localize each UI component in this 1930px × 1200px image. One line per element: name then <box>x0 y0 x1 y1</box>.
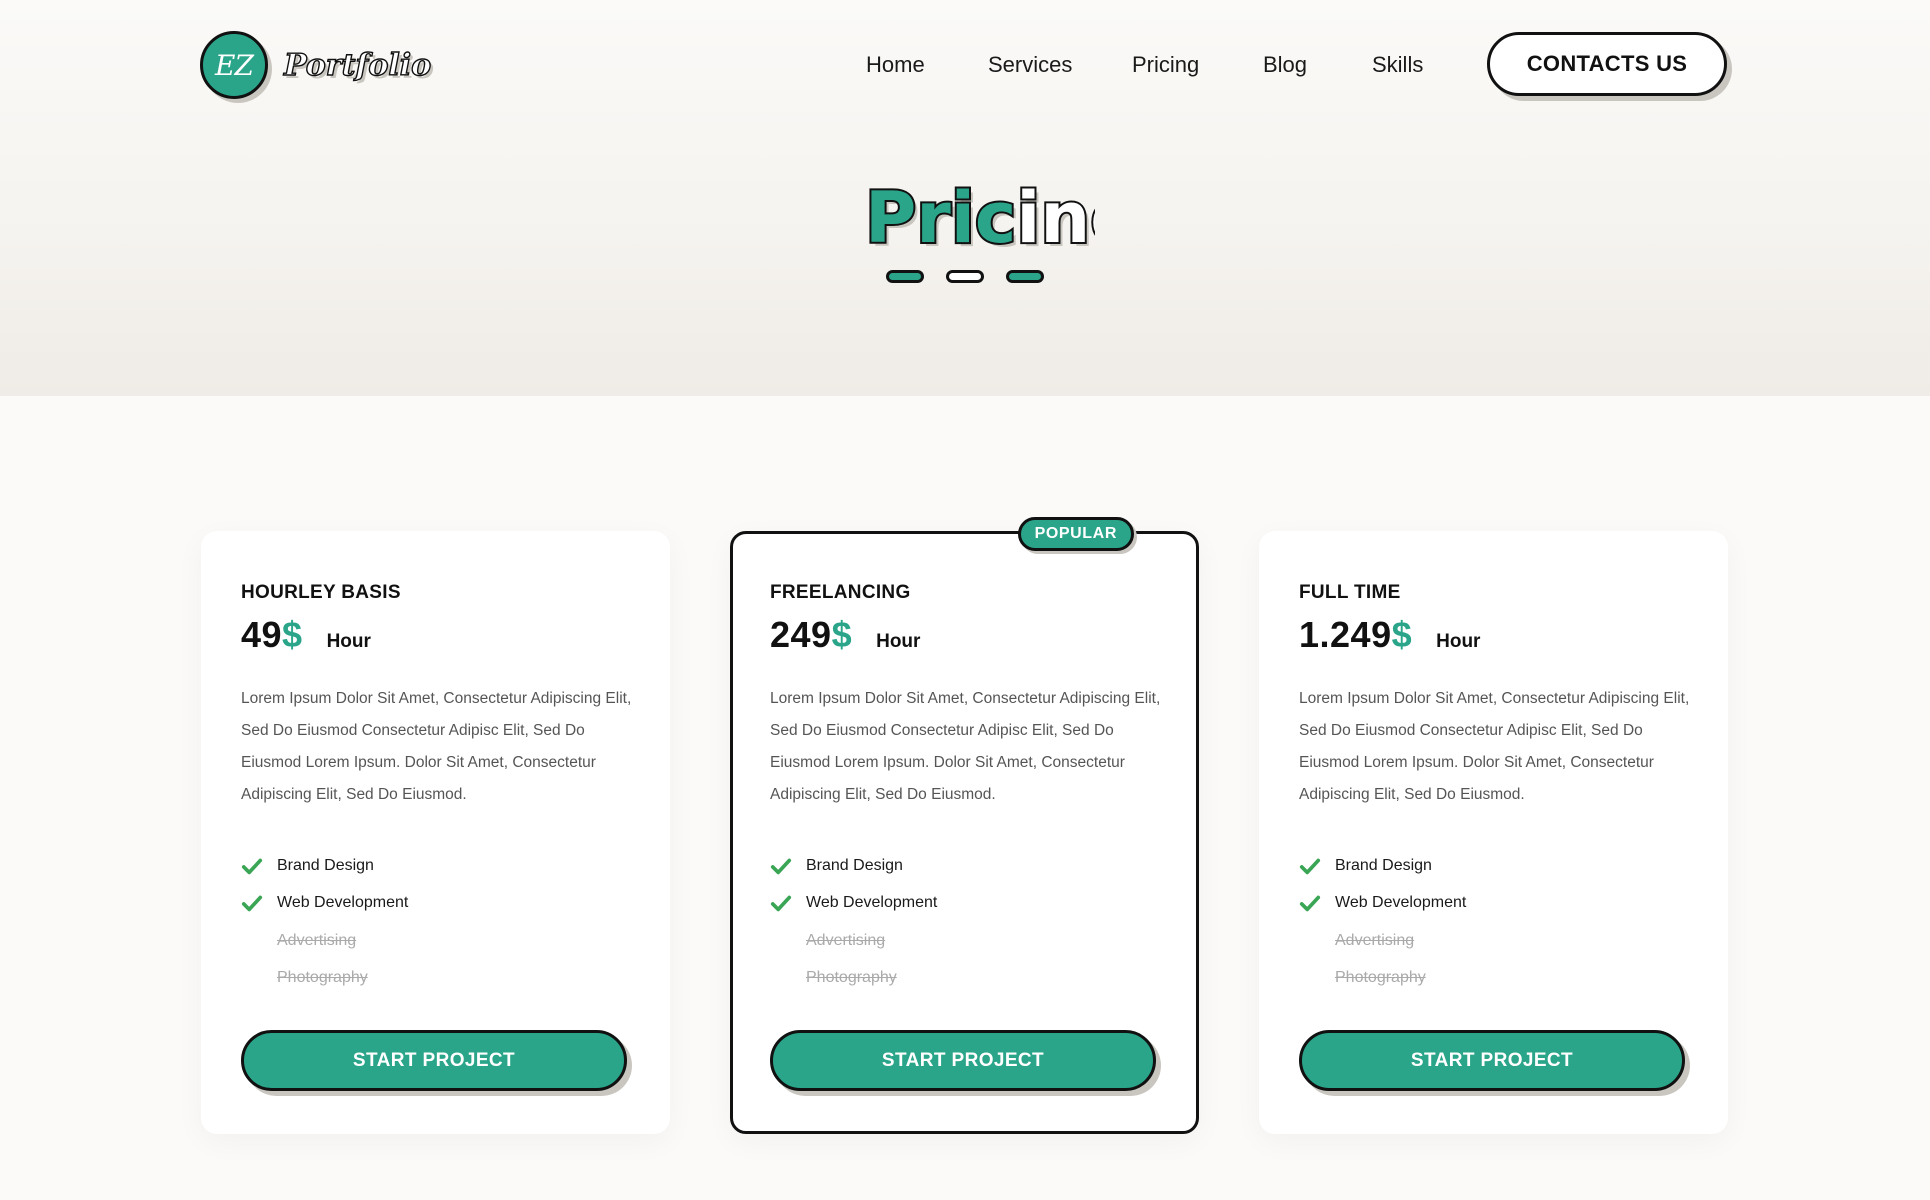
pricing-card-full-time: FULL TIME 1.249$ Hour Lorem Ipsum Dolor … <box>1259 531 1728 1134</box>
plan-description: Lorem Ipsum Dolor Sit Amet, Consectetur … <box>770 690 1161 803</box>
price-unit: Hour <box>326 631 371 652</box>
nav-blog[interactable]: Blog <box>1263 52 1307 78</box>
pricing-card-hourly: HOURLEY BASIS 49$ Hour Lorem Ipsum Dolor… <box>201 531 670 1134</box>
feature-item: Web Development <box>770 885 937 923</box>
feature-item-excluded: Photography <box>277 969 368 987</box>
price: 49$ <box>241 614 303 655</box>
hero-section: EZ Portfolio Home Services Pricing Blog … <box>0 0 1930 396</box>
check-icon <box>770 858 792 874</box>
price: 249$ <box>770 614 853 655</box>
logo-badge: EZ <box>200 31 268 99</box>
feature-item: Brand Design <box>1299 847 1466 885</box>
feature-item: Web Development <box>1299 885 1466 923</box>
feature-list: Brand Design Web Development Advertising… <box>241 847 408 997</box>
svg-text:Pricing: Pricing <box>865 177 1095 259</box>
nav-skills[interactable]: Skills <box>1372 52 1423 78</box>
title-part-green: Pric <box>865 177 1016 259</box>
plan-description: Lorem Ipsum Dolor Sit Amet, Consectetur … <box>1299 690 1690 803</box>
price-row: 1.249$ Hour <box>1299 614 1480 656</box>
check-icon <box>1299 858 1321 874</box>
logo-wordmark: Portfolio <box>283 47 432 83</box>
plan-name: FREELANCING <box>770 582 911 603</box>
start-project-button[interactable]: START PROJECT <box>770 1030 1156 1091</box>
nav-pricing[interactable]: Pricing <box>1132 52 1199 78</box>
title-decoration <box>0 270 1930 283</box>
page-title: Pricing Pricing <box>0 172 1930 277</box>
feature-list: Brand Design Web Development Advertising… <box>770 847 937 997</box>
feature-item-excluded: Advertising <box>1335 931 1415 949</box>
check-icon <box>770 895 792 912</box>
price: 1.249$ <box>1299 614 1413 655</box>
title-part-white: ing <box>1016 177 1095 259</box>
price-unit: Hour <box>1436 631 1481 652</box>
plan-name: FULL TIME <box>1299 582 1401 603</box>
feature-item-excluded: Advertising <box>277 931 357 949</box>
check-icon <box>241 895 263 912</box>
start-project-button[interactable]: START PROJECT <box>241 1030 627 1091</box>
price-row: 249$ Hour <box>770 614 920 656</box>
nav-services[interactable]: Services <box>988 52 1072 78</box>
feature-item: Web Development <box>241 885 408 923</box>
contact-button[interactable]: CONTACTS US <box>1487 32 1727 96</box>
decor-dash <box>886 270 924 283</box>
pricing-card-freelancing: POPULAR FREELANCING 249$ Hour Lorem Ipsu… <box>730 517 1199 1134</box>
decor-dash <box>1006 270 1044 283</box>
price-row: 49$ Hour <box>241 614 371 656</box>
feature-item-excluded: Photography <box>806 969 897 987</box>
feature-item-excluded: Advertising <box>806 931 886 949</box>
check-icon <box>1299 895 1321 912</box>
price-unit: Hour <box>876 631 921 652</box>
nav-home[interactable]: Home <box>866 52 925 78</box>
feature-item: Brand Design <box>770 847 937 885</box>
logo[interactable]: EZ Portfolio <box>200 30 432 100</box>
start-project-button[interactable]: START PROJECT <box>1299 1030 1685 1091</box>
feature-list: Brand Design Web Development Advertising… <box>1299 847 1466 997</box>
check-icon <box>241 858 263 874</box>
decor-dash <box>946 270 984 283</box>
plan-description: Lorem Ipsum Dolor Sit Amet, Consectetur … <box>241 690 632 803</box>
popular-badge: POPULAR <box>1017 517 1134 551</box>
feature-item-excluded: Photography <box>1335 969 1426 987</box>
plan-name: HOURLEY BASIS <box>241 582 401 603</box>
feature-item: Brand Design <box>241 847 408 885</box>
page-title-text: Pricing Pricing <box>863 175 1095 263</box>
